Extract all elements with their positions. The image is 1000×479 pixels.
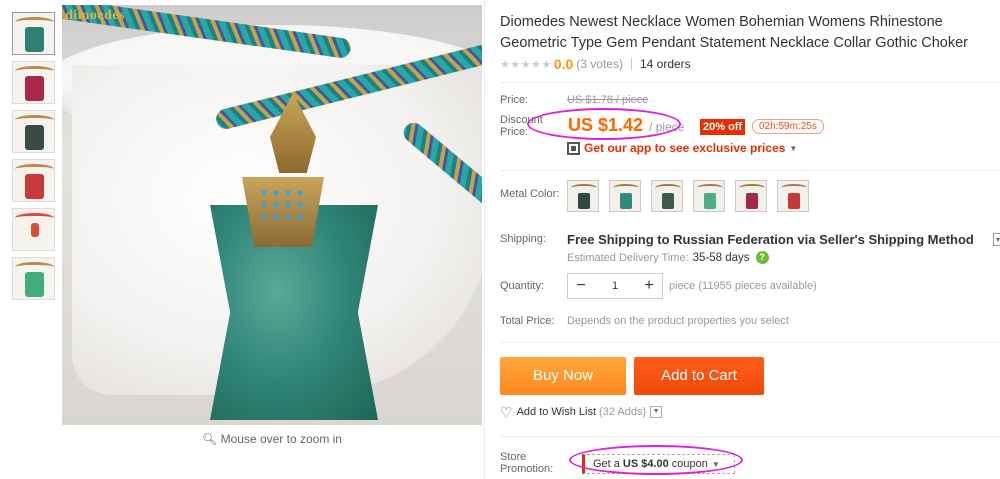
shipping-method: Free Shipping to Russian Federation via … [567, 232, 974, 247]
wishlist-count: (32 Adds) [599, 406, 647, 418]
quantity-stepper: − + [567, 273, 663, 299]
zoom-hint: 🔍︎ Mouse over to zoom in [62, 432, 482, 446]
quantity-input[interactable] [595, 280, 635, 292]
color-swatch[interactable] [735, 180, 767, 212]
rating-score: 0.0 [553, 56, 574, 72]
delivery-estimate-label: Estimated Delivery Time: [567, 251, 689, 264]
total-price-label: Total Price: [500, 315, 555, 327]
price-label: Price: [500, 94, 529, 106]
thumbnail[interactable] [12, 12, 55, 55]
discount-badge: 20% off [700, 119, 746, 135]
color-swatch[interactable] [567, 180, 599, 212]
promotion-label-line2: Promotion: [500, 463, 554, 475]
decrease-quantity-button[interactable]: − [568, 274, 594, 298]
stock-available: piece (11955 pieces available) [669, 280, 817, 292]
thumbnail[interactable] [12, 110, 55, 153]
divider [500, 82, 1000, 83]
column-divider [484, 0, 485, 479]
store-promotion-label: Store Promotion: [500, 451, 553, 475]
delivery-estimate: Estimated Delivery Time: 35-58 days ? [567, 251, 769, 264]
star-rating-icon: ★★★★★ [500, 58, 552, 71]
increase-quantity-button[interactable]: + [636, 274, 662, 298]
shipping-dropdown-toggle[interactable]: ▾ [993, 233, 1000, 246]
color-swatch[interactable] [651, 180, 683, 212]
heart-icon: ♡ [500, 404, 513, 420]
brand-watermark: dimoedes [65, 8, 125, 23]
annotation-circle [569, 445, 743, 475]
shipping-label: Shipping: [500, 233, 546, 245]
color-options [567, 180, 819, 212]
add-to-wishlist-link[interactable]: ♡ Add to Wish List (32 Adds) ▼ [500, 404, 663, 420]
annotation-circle [527, 108, 681, 140]
zoom-hint-text: Mouse over to zoom in [220, 432, 342, 446]
separator [630, 58, 632, 70]
add-to-cart-button[interactable]: Add to Cart [634, 357, 764, 395]
rating-row: ★★★★★ 0.0 (3 votes) 14 orders [500, 56, 691, 72]
total-price-note: Depends on the product properties you se… [567, 315, 789, 327]
original-price: US $1.78 / piece [567, 94, 649, 106]
app-promo-link[interactable]: Get our app to see exclusive prices ▼ [567, 141, 797, 155]
qr-code-icon [567, 141, 580, 155]
quantity-label: Quantity: [500, 280, 545, 292]
delivery-days: 35-58 days [692, 251, 750, 264]
magnifier-icon: 🔍︎ [202, 432, 218, 446]
thumbnail[interactable] [12, 257, 55, 300]
thumbnail[interactable] [12, 159, 55, 202]
help-icon[interactable]: ? [755, 251, 769, 264]
buy-now-button[interactable]: Buy Now [500, 357, 626, 395]
divider [500, 436, 1000, 437]
chevron-down-icon[interactable]: ▼ [650, 406, 663, 418]
thumbnail[interactable] [12, 61, 55, 104]
product-title: Diomedes Newest Necklace Women Bohemian … [500, 14, 968, 51]
color-swatch[interactable] [693, 180, 725, 212]
divider [500, 342, 1000, 343]
thumbnail-strip [12, 12, 56, 306]
metal-color-label: Metal Color: [500, 188, 560, 200]
color-swatch[interactable] [609, 180, 641, 212]
rhinestones [258, 187, 310, 227]
main-product-image[interactable]: dimoedes [62, 5, 482, 425]
countdown-timer: 02h:59m:25s [752, 119, 824, 134]
divider [500, 170, 1000, 171]
promotion-label-line1: Store [500, 451, 527, 463]
order-count: 14 orders [639, 57, 691, 71]
vote-count[interactable]: (3 votes) [576, 57, 623, 71]
wishlist-label: Add to Wish List [516, 406, 597, 418]
app-promo-text: Get our app to see exclusive prices [584, 141, 786, 155]
color-swatch[interactable] [777, 180, 809, 212]
thumbnail[interactable] [12, 208, 55, 251]
chevron-down-icon: ▼ [789, 143, 798, 153]
